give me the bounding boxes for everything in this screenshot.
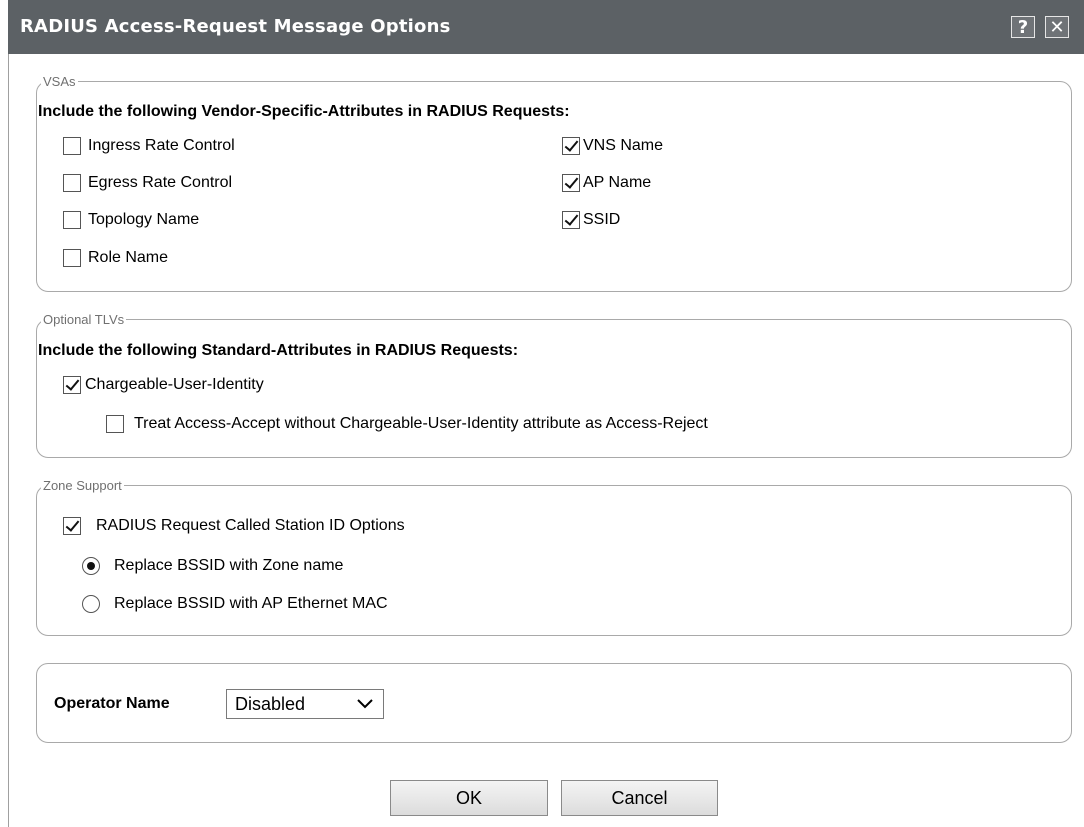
- treat-access-accept-checkbox[interactable]: Treat Access-Accept without Chargeable-U…: [106, 415, 708, 433]
- replace-bssid-zone-radio[interactable]: Replace BSSID with Zone name: [82, 557, 343, 575]
- operator-name-select[interactable]: Disabled: [226, 689, 384, 719]
- replace-bssid-mac-radio[interactable]: Replace BSSID with AP Ethernet MAC: [82, 595, 388, 613]
- checkbox-box[interactable]: [562, 174, 580, 192]
- vsas-legend: VSAs: [43, 74, 76, 89]
- tlvs-heading: Include the following Standard-Attribute…: [38, 342, 519, 359]
- ok-button[interactable]: OK: [390, 780, 548, 816]
- titlebar-edge: [0, 0, 8, 54]
- checkbox-box[interactable]: [63, 376, 81, 394]
- radio-circle[interactable]: [82, 595, 100, 613]
- checkbox-box[interactable]: [63, 137, 81, 155]
- chevron-down-icon: [357, 699, 373, 709]
- checkbox-box[interactable]: [63, 211, 81, 229]
- operator-group: [36, 663, 1072, 743]
- role-name-checkbox[interactable]: Role Name: [63, 249, 168, 267]
- role-name-label: Role Name: [88, 249, 169, 266]
- replace-bssid-zone-label: Replace BSSID with Zone name: [114, 557, 344, 574]
- treat-access-accept-label: Treat Access-Accept without Chargeable-U…: [134, 415, 708, 432]
- ssid-label: SSID: [583, 211, 621, 228]
- dialog-title: RADIUS Access-Request Message Options: [20, 16, 451, 37]
- radio-circle[interactable]: [82, 557, 100, 575]
- checkbox-box[interactable]: [63, 174, 81, 192]
- tlvs-legend: Optional TLVs: [43, 312, 125, 327]
- ap-name-label: AP Name: [583, 174, 652, 191]
- vns-name-checkbox[interactable]: VNS Name: [562, 137, 663, 155]
- topology-name-label: Topology Name: [88, 211, 200, 228]
- chargeable-user-identity-checkbox[interactable]: Chargeable-User-Identity: [63, 376, 264, 394]
- ingress-rate-control-checkbox[interactable]: Ingress Rate Control: [63, 137, 235, 155]
- checkbox-box[interactable]: [106, 415, 124, 433]
- checkbox-box[interactable]: [562, 211, 580, 229]
- dialog-titlebar: RADIUS Access-Request Message Options ? …: [0, 0, 1084, 54]
- checkbox-box[interactable]: [63, 517, 81, 535]
- vsas-heading: Include the following Vendor-Specific-At…: [38, 103, 570, 120]
- operator-name-value: Disabled: [235, 693, 306, 714]
- called-station-id-label: RADIUS Request Called Station ID Options: [96, 517, 405, 534]
- cancel-button[interactable]: Cancel: [561, 780, 718, 816]
- checkbox-box[interactable]: [63, 249, 81, 267]
- replace-bssid-mac-label: Replace BSSID with AP Ethernet MAC: [114, 595, 388, 612]
- zone-support-legend: Zone Support: [43, 478, 122, 493]
- egress-rate-control-label: Egress Rate Control: [88, 174, 233, 191]
- help-icon[interactable]: ?: [1011, 16, 1035, 38]
- chargeable-user-identity-label: Chargeable-User-Identity: [85, 376, 264, 393]
- operator-name-label: Operator Name: [54, 695, 170, 712]
- egress-rate-control-checkbox[interactable]: Egress Rate Control: [63, 174, 232, 192]
- dialog-left-border: [8, 54, 9, 827]
- ap-name-checkbox[interactable]: AP Name: [562, 174, 651, 192]
- vns-name-label: VNS Name: [583, 137, 664, 154]
- close-icon[interactable]: ✕: [1045, 16, 1069, 38]
- called-station-id-checkbox[interactable]: RADIUS Request Called Station ID Options: [63, 517, 405, 535]
- ingress-rate-control-label: Ingress Rate Control: [88, 137, 235, 154]
- ssid-checkbox[interactable]: SSID: [562, 211, 620, 229]
- topology-name-checkbox[interactable]: Topology Name: [63, 211, 199, 229]
- checkbox-box[interactable]: [562, 137, 580, 155]
